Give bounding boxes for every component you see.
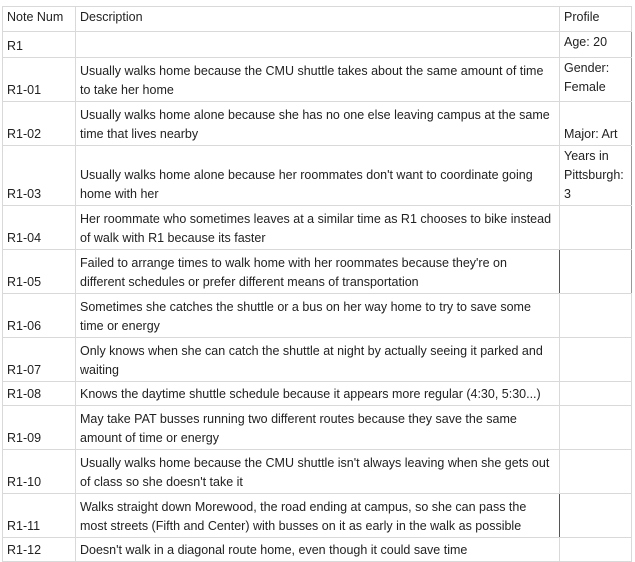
table-row: R1-07 Only knows when she can catch the … (2, 337, 632, 382)
profile-cell[interactable] (559, 293, 632, 338)
note-num-cell[interactable]: R1-05 (2, 249, 76, 294)
profile-cell[interactable] (559, 381, 632, 406)
note-num-cell[interactable]: R1-12 (2, 537, 76, 562)
header-profile[interactable]: Profile (559, 6, 632, 32)
profile-cell[interactable] (559, 205, 632, 250)
table-row: R1-11 Walks straight down Morewood, the … (2, 493, 632, 538)
description-cell[interactable]: May take PAT busses running two differen… (75, 405, 560, 450)
note-num-cell[interactable]: R1-09 (2, 405, 76, 450)
table-row: R1 Age: 20 (2, 31, 632, 58)
table-row: R1-12 Doesn't walk in a diagonal route h… (2, 537, 632, 562)
description-cell[interactable]: Usually walks home alone because her roo… (75, 145, 560, 206)
table-row: R1-04 Her roommate who sometimes leaves … (2, 205, 632, 250)
notes-table: Note Num Description Profile R1 Age: 20 … (2, 6, 632, 562)
header-description[interactable]: Description (75, 6, 560, 32)
header-row: Note Num Description Profile (2, 6, 632, 32)
table-row: R1-08 Knows the daytime shuttle schedule… (2, 381, 632, 406)
note-num-cell[interactable]: R1-10 (2, 449, 76, 494)
description-cell[interactable]: Knows the daytime shuttle schedule becau… (75, 381, 560, 406)
profile-cell[interactable] (559, 537, 632, 562)
profile-cell[interactable]: Age: 20 (559, 31, 632, 58)
table-row: R1-03 Usually walks home alone because h… (2, 145, 632, 206)
table-row: R1-09 May take PAT busses running two di… (2, 405, 632, 450)
profile-cell[interactable] (559, 337, 632, 382)
table-row: R1-02 Usually walks home alone because s… (2, 101, 632, 146)
description-cell[interactable]: Failed to arrange times to walk home wit… (75, 249, 560, 294)
note-num-cell[interactable]: R1-04 (2, 205, 76, 250)
note-num-cell[interactable]: R1-03 (2, 145, 76, 206)
note-num-cell[interactable]: R1-08 (2, 381, 76, 406)
note-num-cell[interactable]: R1-01 (2, 57, 76, 102)
table-row: R1-01 Usually walks home because the CMU… (2, 57, 632, 102)
description-cell[interactable]: Usually walks home because the CMU shutt… (75, 57, 560, 102)
note-num-cell[interactable]: R1-02 (2, 101, 76, 146)
note-num-cell[interactable]: R1-11 (2, 493, 76, 538)
profile-cell[interactable]: Gender: Female (559, 57, 632, 102)
note-num-cell[interactable]: R1 (2, 31, 76, 58)
profile-cell[interactable] (559, 449, 632, 494)
profile-cell[interactable] (559, 249, 632, 294)
description-cell[interactable]: Her roommate who sometimes leaves at a s… (75, 205, 560, 250)
note-num-cell[interactable]: R1-06 (2, 293, 76, 338)
table-row: R1-10 Usually walks home because the CMU… (2, 449, 632, 494)
profile-cell[interactable] (559, 405, 632, 450)
profile-cell[interactable]: Years in Pittsburgh: 3 (559, 145, 632, 206)
description-cell[interactable]: Usually walks home because the CMU shutt… (75, 449, 560, 494)
profile-cell[interactable] (559, 493, 632, 538)
description-cell[interactable]: Sometimes she catches the shuttle or a b… (75, 293, 560, 338)
note-num-cell[interactable]: R1-07 (2, 337, 76, 382)
description-cell[interactable]: Usually walks home alone because she has… (75, 101, 560, 146)
description-cell[interactable] (75, 31, 560, 58)
table-row: R1-05 Failed to arrange times to walk ho… (2, 249, 632, 294)
table-row: R1-06 Sometimes she catches the shuttle … (2, 293, 632, 338)
description-cell[interactable]: Doesn't walk in a diagonal route home, e… (75, 537, 560, 562)
description-cell[interactable]: Walks straight down Morewood, the road e… (75, 493, 560, 538)
profile-cell[interactable]: Major: Art (559, 101, 632, 146)
description-cell[interactable]: Only knows when she can catch the shuttl… (75, 337, 560, 382)
header-note-num[interactable]: Note Num (2, 6, 76, 32)
